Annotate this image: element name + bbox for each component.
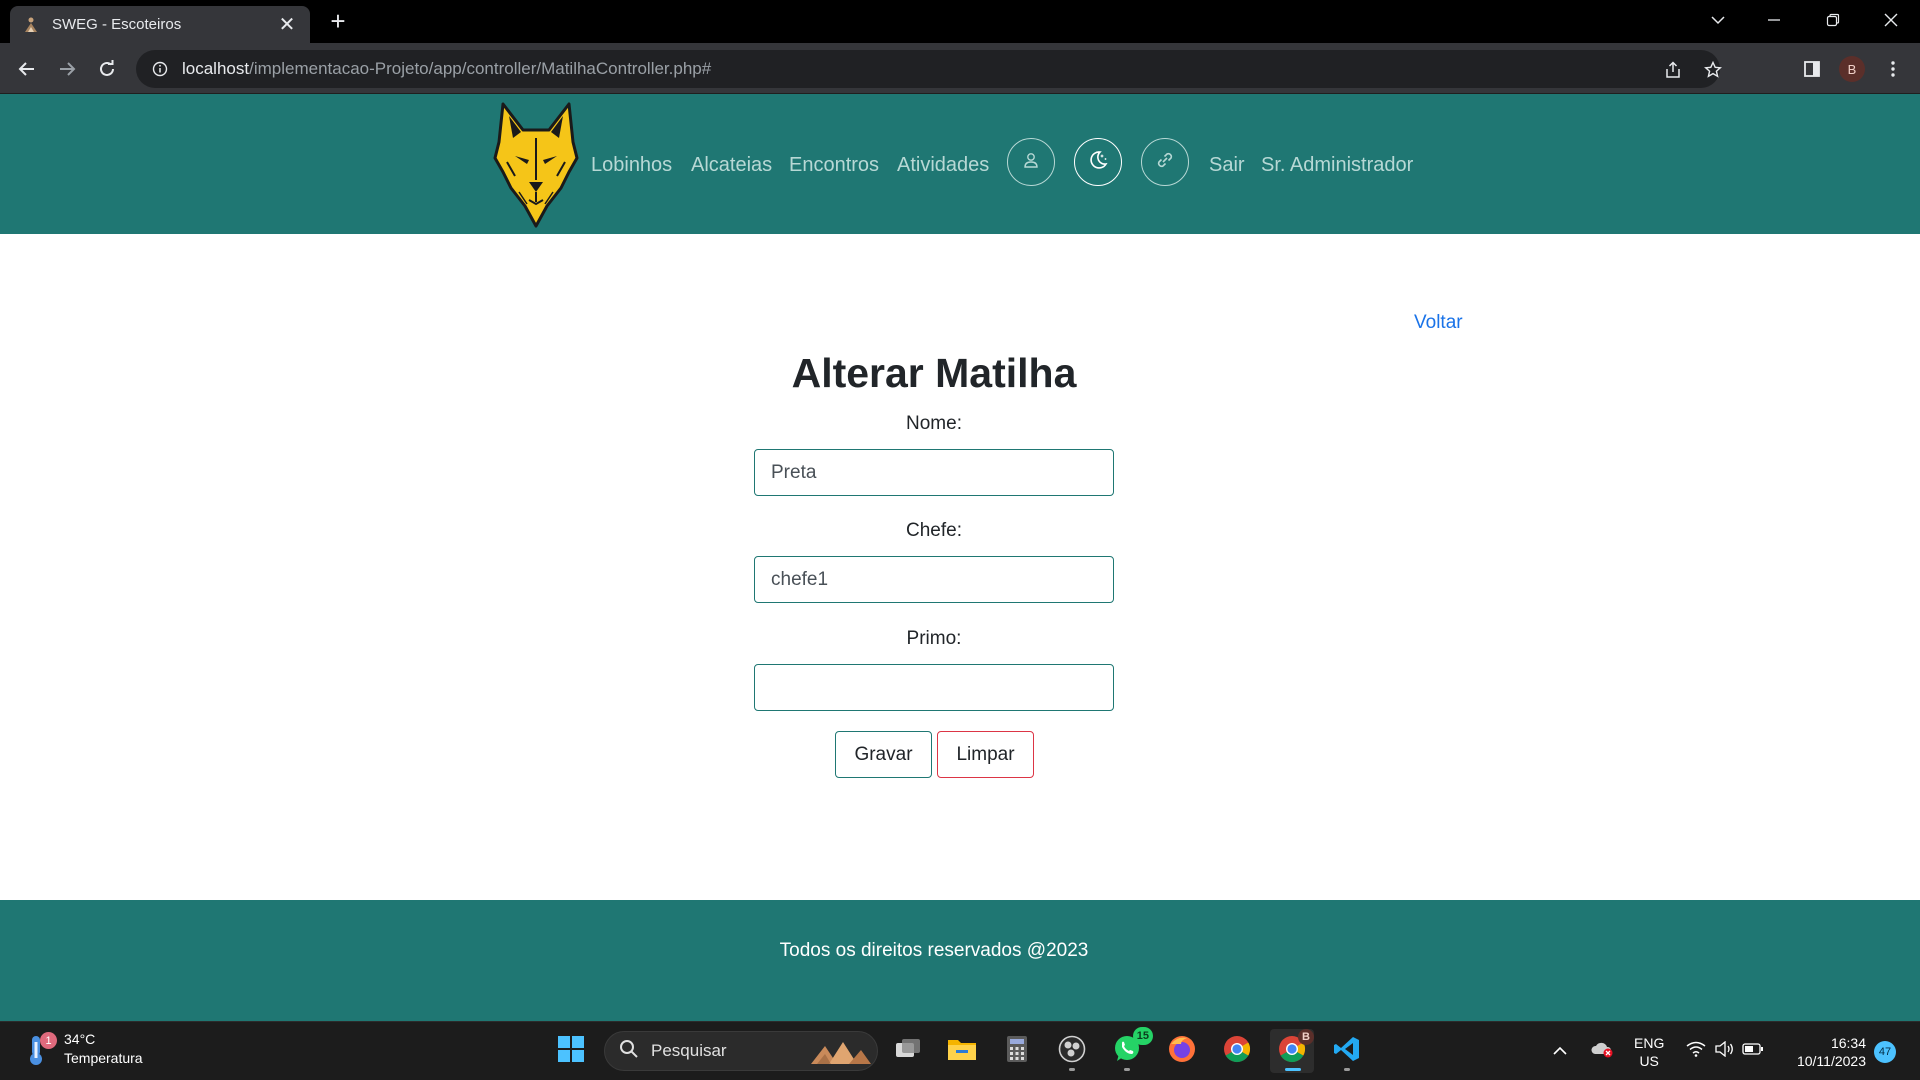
new-tab-button[interactable]: +	[326, 8, 350, 34]
link-button[interactable]	[1141, 138, 1189, 186]
windows-taskbar: 1 34°C Temperatura Pesquisar 15 B ENG US…	[0, 1021, 1920, 1080]
wifi-icon	[1686, 1041, 1706, 1062]
primo-label: Primo:	[906, 628, 962, 649]
search-highlight-pyramids-icon	[811, 1038, 871, 1071]
share-icon[interactable]	[1662, 59, 1684, 81]
weather-label: Temperatura	[64, 1050, 143, 1066]
tab-title: SWEG - Escoteiros	[52, 16, 182, 33]
site-footer: Todos os direitos reservados @2023	[0, 900, 1920, 1021]
whatsapp-button[interactable]: 15	[1105, 1027, 1153, 1073]
primo-input[interactable]	[754, 664, 1114, 711]
nome-input[interactable]	[754, 449, 1114, 496]
more-menu-icon[interactable]	[1880, 56, 1906, 82]
site-info-icon[interactable]	[150, 59, 170, 79]
start-button[interactable]	[549, 1029, 593, 1073]
reload-icon[interactable]	[89, 51, 125, 87]
calculator-button[interactable]	[995, 1029, 1039, 1073]
nome-label: Nome:	[906, 413, 962, 434]
taskbar-search[interactable]: Pesquisar	[604, 1031, 878, 1071]
url-text: localhost/implementacao-Projeto/app/cont…	[182, 59, 711, 79]
side-panel-icon[interactable]	[1799, 56, 1825, 82]
onedrive-status[interactable]	[1590, 1022, 1614, 1080]
moon-stars-icon	[1086, 148, 1110, 177]
running-indicator	[1124, 1068, 1130, 1071]
browser-toolbar: localhost/implementacao-Projeto/app/cont…	[0, 43, 1920, 94]
weather-widget[interactable]: 1 34°C Temperatura	[24, 1030, 143, 1068]
obs-icon	[1058, 1035, 1086, 1068]
nav-encontros[interactable]: Encontros	[789, 154, 879, 177]
chrome-profile-badge: B	[1298, 1029, 1314, 1045]
nav-lobinhos[interactable]: Lobinhos	[591, 154, 672, 177]
tab-search-chevron-icon[interactable]	[1690, 0, 1746, 40]
nav-logout[interactable]: Sair	[1209, 154, 1245, 177]
firefox-button[interactable]	[1160, 1029, 1204, 1073]
folder-icon	[947, 1036, 977, 1067]
scout-favicon-icon	[22, 16, 40, 34]
nav-atividades[interactable]: Atividades	[897, 154, 989, 177]
nav-alcateias[interactable]: Alcateias	[691, 154, 772, 177]
url-path: /implementacao-Projeto/app/controller/Ma…	[249, 59, 712, 78]
input-language[interactable]: ENG US	[1634, 1022, 1664, 1080]
url-host: localhost	[182, 59, 250, 78]
close-tab-icon[interactable]: ✕	[276, 15, 298, 35]
address-bar[interactable]: localhost/implementacao-Projeto/app/cont…	[136, 50, 1722, 88]
clock[interactable]: 16:34 10/11/2023	[1786, 1022, 1866, 1080]
chrome-button[interactable]	[1215, 1029, 1259, 1073]
wolf-logo-icon[interactable]	[493, 102, 579, 228]
copyright-text: Todos os direitos reservados @2023	[779, 940, 1089, 961]
region-code: US	[1639, 1052, 1659, 1069]
show-hidden-icons-button[interactable]	[1552, 1022, 1568, 1080]
volume-icon	[1714, 1040, 1734, 1062]
file-explorer-button[interactable]	[940, 1029, 984, 1073]
link-icon	[1154, 149, 1176, 176]
nav-user-name[interactable]: Sr. Administrador	[1261, 154, 1413, 177]
user-profile-button[interactable]	[1007, 138, 1055, 186]
bookmark-star-icon[interactable]	[1702, 59, 1724, 81]
browser-tab-strip: SWEG - Escoteiros ✕ +	[0, 0, 1920, 43]
search-icon	[619, 1039, 639, 1064]
task-view-button[interactable]	[886, 1029, 930, 1073]
minimize-icon[interactable]	[1746, 0, 1802, 40]
close-window-icon[interactable]	[1863, 0, 1919, 40]
forward-arrow-icon[interactable]	[49, 51, 85, 87]
profile-avatar[interactable]: B	[1839, 56, 1865, 82]
back-link[interactable]: Voltar	[1414, 312, 1463, 334]
chrome-icon	[1222, 1034, 1252, 1069]
browser-tab[interactable]: SWEG - Escoteiros ✕	[10, 6, 310, 43]
clock-date: 10/11/2023	[1796, 1052, 1866, 1069]
site-header: Lobinhos Alcateias Encontros Atividades …	[0, 94, 1920, 234]
search-placeholder: Pesquisar	[651, 1041, 727, 1060]
battery-icon	[1742, 1042, 1764, 1061]
save-button[interactable]: Gravar	[835, 731, 932, 778]
obs-studio-button[interactable]	[1050, 1029, 1094, 1073]
user-icon	[1022, 151, 1040, 174]
thermometer-icon: 1	[24, 1030, 57, 1068]
running-indicator	[1344, 1068, 1350, 1071]
weather-alert-badge: 1	[40, 1032, 57, 1049]
language-code: ENG	[1634, 1034, 1665, 1051]
restore-icon[interactable]	[1805, 0, 1861, 40]
chefe-label: Chefe:	[906, 520, 962, 541]
whatsapp-unread-badge: 15	[1132, 1027, 1153, 1045]
windows-logo-icon	[557, 1035, 585, 1068]
firefox-icon	[1167, 1034, 1197, 1069]
back-arrow-icon[interactable]	[9, 51, 45, 87]
running-indicator	[1069, 1068, 1075, 1071]
notification-count-badge[interactable]: 47	[1874, 1041, 1896, 1063]
dark-mode-button[interactable]	[1074, 138, 1122, 186]
active-indicator	[1285, 1068, 1301, 1071]
clock-time: 16:34	[1830, 1034, 1866, 1051]
network-volume-battery[interactable]	[1686, 1022, 1764, 1080]
chevron-up-icon	[1552, 1043, 1568, 1061]
chefe-input[interactable]	[754, 556, 1114, 603]
weather-temperature: 34°C	[64, 1031, 96, 1047]
calculator-icon	[1006, 1035, 1028, 1068]
clear-button[interactable]: Limpar	[937, 731, 1034, 778]
task-view-icon	[894, 1037, 922, 1066]
page-title: Alterar Matilha	[791, 350, 1077, 396]
vscode-button[interactable]	[1325, 1029, 1369, 1073]
cloud-error-icon	[1590, 1040, 1614, 1063]
chrome-profile-button[interactable]: B	[1270, 1029, 1314, 1073]
vscode-icon	[1333, 1035, 1361, 1068]
